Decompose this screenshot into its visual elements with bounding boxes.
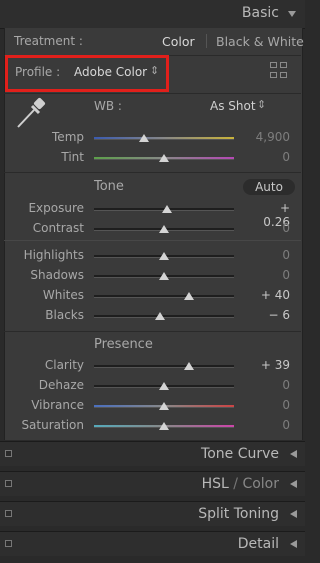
slider-label: Blacks	[45, 308, 84, 322]
slider-value[interactable]: 0	[250, 378, 290, 392]
expand-triangle-icon[interactable]	[290, 450, 297, 458]
slider-value[interactable]: + 39	[250, 358, 290, 372]
expand-triangle-icon[interactable]	[290, 540, 297, 548]
profile-select[interactable]: Adobe Color	[74, 65, 147, 79]
slider-value[interactable]: 0	[250, 418, 290, 432]
profile-dropdown-arrows-icon[interactable]: ⇕	[150, 64, 159, 77]
panel-title: Detail	[237, 536, 279, 552]
slider-thumb[interactable]	[159, 402, 169, 410]
treatment-separator	[206, 34, 207, 48]
slider-label: Contrast	[32, 221, 84, 235]
divider	[4, 240, 301, 241]
slider-value[interactable]: + 40	[250, 288, 290, 302]
wb-dropdown-arrows-icon[interactable]: ⇕	[257, 98, 266, 111]
wb-select[interactable]: As Shot	[210, 99, 256, 113]
slider-thumb[interactable]	[159, 154, 169, 162]
white-balance-eyedropper-icon[interactable]	[14, 96, 48, 130]
treatment-label: Treatment :	[14, 34, 83, 48]
panel-title: Tone Curve	[201, 446, 279, 462]
slider-label: Exposure	[28, 201, 84, 215]
divider	[4, 93, 301, 94]
slider-label: Saturation	[21, 418, 84, 432]
slider-thumb[interactable]	[159, 225, 169, 233]
slider-value[interactable]: 0	[250, 221, 290, 235]
panel-title: Basic	[241, 5, 279, 21]
slider-value[interactable]: 0	[250, 398, 290, 412]
slider-track[interactable]	[94, 365, 234, 368]
detail-panel-header[interactable]: Detail	[0, 531, 305, 556]
expand-triangle-icon[interactable]	[290, 510, 297, 518]
presence-section-title: Presence	[94, 337, 153, 352]
collapse-triangle-icon[interactable]	[288, 11, 296, 17]
slider-thumb[interactable]	[184, 292, 195, 300]
panel-toggle-switch-icon[interactable]	[5, 480, 12, 487]
panel-toggle-switch-icon[interactable]	[5, 450, 12, 457]
slider-value[interactable]: 0	[250, 248, 290, 262]
slider-label: Tint	[61, 150, 84, 164]
slider-value[interactable]: 0	[250, 268, 290, 282]
profile-label: Profile :	[15, 65, 61, 79]
hsl-tab[interactable]: HSL	[202, 476, 229, 492]
expand-triangle-icon[interactable]	[290, 480, 297, 488]
slider-thumb[interactable]	[161, 205, 172, 213]
tone-section-title: Tone	[94, 179, 124, 194]
divider	[4, 172, 301, 173]
slider-value[interactable]: 0	[250, 150, 290, 164]
treatment-bw-option[interactable]: Black & White	[216, 34, 304, 49]
slider-label: Temp	[52, 130, 84, 144]
wb-label: WB :	[94, 99, 122, 113]
slider-label: Highlights	[23, 248, 84, 262]
slider-label: Shadows	[30, 268, 84, 282]
treatment-color-option[interactable]: Color	[162, 34, 195, 49]
slider-thumb[interactable]	[154, 312, 165, 320]
color-tab[interactable]: Color	[242, 476, 279, 492]
slider-track[interactable]	[94, 137, 234, 140]
slider-track[interactable]	[94, 295, 234, 298]
slider-thumb[interactable]	[184, 362, 195, 370]
slider-label: Dehaze	[38, 378, 84, 392]
panel-toggle-switch-icon[interactable]	[5, 540, 12, 547]
panel-toggle-switch-icon[interactable]	[5, 510, 12, 517]
slider-label: Vibrance	[31, 398, 84, 412]
slider-value[interactable]: 4,900	[250, 130, 290, 144]
auto-tone-button[interactable]: Auto	[243, 179, 295, 195]
slider-thumb[interactable]	[159, 252, 169, 260]
basic-panel-header[interactable]: Basic	[0, 0, 305, 29]
profile-browser-grid-icon[interactable]	[270, 62, 290, 80]
slider-thumb[interactable]	[139, 134, 150, 142]
panel-title: HSL / Color	[202, 476, 279, 492]
slider-label: Clarity	[44, 358, 84, 372]
panel-title: Split Toning	[198, 506, 279, 522]
slider-thumb[interactable]	[159, 382, 169, 390]
slider-label: Whites	[42, 288, 84, 302]
slider-value[interactable]: − 6	[250, 308, 290, 322]
hsl-separator: /	[228, 476, 243, 492]
divider	[4, 331, 301, 332]
hsl-color-panel-header[interactable]: HSL / Color	[0, 471, 305, 496]
split-toning-panel-header[interactable]: Split Toning	[0, 501, 305, 526]
slider-thumb[interactable]	[159, 272, 169, 280]
slider-thumb[interactable]	[159, 422, 169, 430]
tone-curve-panel-header[interactable]: Tone Curve	[0, 441, 305, 466]
